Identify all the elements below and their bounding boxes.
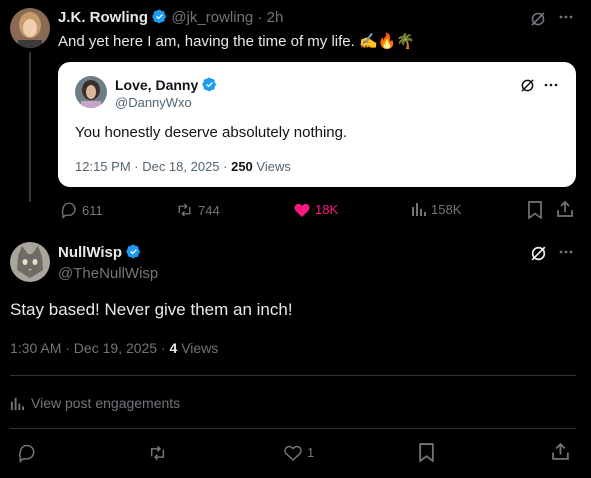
analytics-icon: [412, 203, 426, 216]
avatar-image: [10, 242, 50, 282]
quoted-author-name-row: Love, Danny: [115, 77, 217, 93]
author-name[interactable]: NullWisp: [58, 244, 122, 261]
more-options-icon[interactable]: [558, 9, 574, 25]
divider: [10, 428, 576, 429]
author-avatar[interactable]: [10, 242, 50, 282]
quoted-views-label: Views: [252, 159, 291, 174]
more-options-icon[interactable]: [543, 77, 559, 93]
tweet-text: Stay based! Never give them an inch!: [10, 300, 293, 319]
tweet-text-body: And yet here I am, having the time of my…: [58, 33, 359, 50]
verified-badge-icon: [126, 244, 141, 259]
quoted-tweet-timestamp[interactable]: 12:15 PM · Dec 18, 2025 ·: [75, 159, 231, 174]
like-button[interactable]: 18K: [293, 201, 338, 218]
share-icon[interactable]: [551, 442, 570, 461]
analytics-icon: [10, 397, 25, 410]
author-name-row: NullWisp: [58, 244, 141, 261]
like-button[interactable]: 1: [283, 443, 314, 462]
verified-badge-icon: [152, 9, 167, 24]
like-count: 1: [307, 445, 315, 460]
tweet-header: J.K. Rowling @jk_rowling · 2h: [58, 9, 283, 26]
bookmark-icon[interactable]: [527, 201, 543, 219]
tweet-timestamp[interactable]: 1:30 AM · Dec 19, 2025 ·: [10, 340, 170, 356]
quoted-author-handle[interactable]: @DannyWxo: [115, 95, 192, 110]
heart-filled-icon: [294, 203, 310, 217]
views-button[interactable]: 158K: [411, 201, 461, 217]
repost-icon: [150, 445, 165, 461]
heart-icon: [284, 445, 302, 462]
verified-badge-icon: [202, 77, 217, 92]
reply-icon: [61, 202, 76, 219]
quoted-author-name[interactable]: Love, Danny: [115, 77, 198, 93]
repost-count: 744: [198, 202, 220, 218]
author-handle[interactable]: @TheNullWisp: [58, 265, 158, 282]
quoted-tweet-card[interactable]: Love, Danny @DannyWxo You honestly deser…: [58, 62, 576, 187]
like-count: 18K: [315, 202, 339, 217]
divider: [10, 375, 576, 376]
quoted-views-count: 250: [231, 159, 253, 174]
grok-icon[interactable]: [520, 78, 535, 93]
author-name[interactable]: J.K. Rowling: [58, 9, 148, 26]
share-icon[interactable]: [556, 200, 574, 218]
avatar-image: [75, 76, 107, 108]
tweet-text: And yet here I am, having the time of my…: [58, 32, 415, 50]
avatar-image: [10, 8, 50, 48]
view-engagements-link[interactable]: View post engagements: [10, 395, 180, 411]
author-avatar[interactable]: [10, 8, 50, 48]
repost-icon: [178, 203, 191, 217]
quoted-tweet-text: You honestly deserve absolutely nothing.: [75, 124, 348, 141]
reply-button[interactable]: [17, 443, 37, 463]
tweet-time[interactable]: · 2h: [257, 9, 283, 26]
quoted-tweet-meta: 12:15 PM · Dec 18, 2025 · 250 Views: [75, 159, 291, 174]
repost-button[interactable]: 744: [175, 201, 220, 219]
author-handle[interactable]: @jk_rowling: [171, 9, 253, 26]
reply-icon: [19, 444, 35, 463]
quoted-author-avatar[interactable]: [75, 76, 107, 108]
reply-count: 611: [82, 202, 103, 218]
repost-button[interactable]: [147, 443, 168, 463]
grok-icon[interactable]: [530, 11, 546, 27]
view-engagements-label: View post engagements: [31, 395, 181, 411]
more-options-icon[interactable]: [558, 244, 574, 260]
views-count: 158K: [431, 201, 462, 217]
views-label: Views: [177, 340, 219, 356]
grok-icon[interactable]: [530, 245, 547, 262]
thread-line: [29, 52, 31, 202]
reply-button[interactable]: 611: [60, 201, 103, 219]
tweet-emoji: ✍️🔥🌴: [358, 33, 416, 50]
bookmark-icon[interactable]: [418, 443, 435, 462]
tweet-meta: 1:30 AM · Dec 19, 2025 · 4 Views: [10, 340, 218, 356]
